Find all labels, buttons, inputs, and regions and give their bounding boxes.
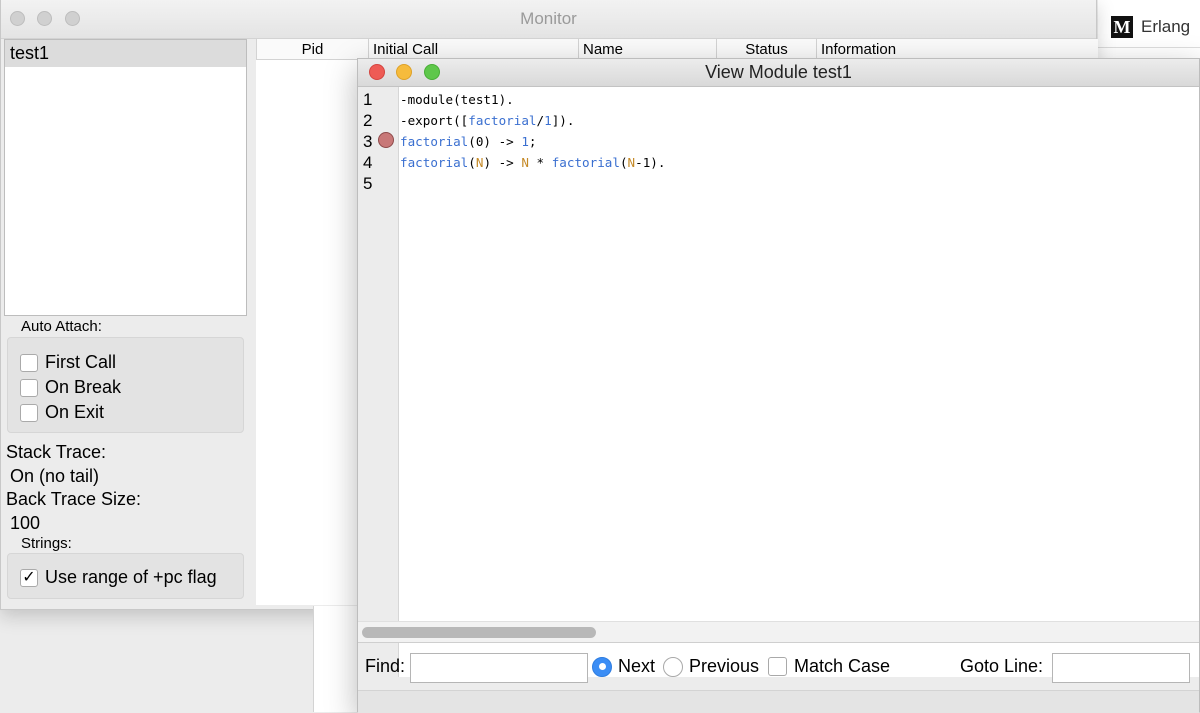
list-item[interactable]: test1: [5, 40, 246, 67]
column-status[interactable]: Status: [716, 39, 816, 60]
code-token: (: [619, 155, 628, 170]
code-token: -1).: [635, 155, 666, 170]
first-call-checkbox[interactable]: [20, 353, 38, 372]
strings-label: Strings:: [21, 535, 72, 552]
on-break-option[interactable]: On Break: [20, 377, 121, 398]
back-trace-size-label: Back Trace Size:: [6, 489, 142, 509]
match-case-label: Match Case: [794, 656, 891, 676]
back-trace-size-value[interactable]: 100: [10, 513, 40, 534]
on-exit-label: On Exit: [45, 402, 105, 422]
horizontal-scrollbar[interactable]: [358, 621, 1199, 642]
code-token: factorial: [551, 155, 620, 170]
column-name[interactable]: Name: [578, 39, 716, 60]
process-table-header: Pid Initial Call Name Status Information: [256, 39, 1098, 60]
goto-line-label: Goto Line:: [960, 656, 1044, 676]
stack-trace-label: Stack Trace:: [6, 442, 107, 462]
code-view[interactable]: -module(test1). -export([factorial/1]). …: [399, 87, 1199, 677]
column-pid[interactable]: Pid: [256, 39, 368, 60]
monitor-titlebar[interactable]: Monitor: [1, 0, 1096, 39]
code-token: N: [521, 155, 529, 170]
find-label: Find:: [365, 656, 406, 676]
view-module-window: View Module test1 1 2 3 4 5 -module(test…: [357, 58, 1200, 713]
code-token: -module(test1).: [400, 92, 514, 107]
line-number[interactable]: 2: [363, 110, 372, 131]
first-call-option[interactable]: First Call: [20, 352, 116, 373]
monitor-title: Monitor: [520, 9, 577, 28]
code-line: factorial(0) -> 1;: [400, 131, 537, 152]
previous-radio[interactable]: [663, 656, 683, 677]
code-token: (0) ->: [468, 134, 522, 149]
divider: [1098, 47, 1200, 48]
code-token: factorial: [400, 134, 469, 149]
use-range-pc-flag-option[interactable]: ✓ Use range of +pc flag: [20, 567, 217, 588]
code-token: factorial: [468, 113, 537, 128]
status-strip: [358, 690, 1199, 713]
monitor-table-lower: [313, 606, 360, 712]
use-range-pc-flag-label: Use range of +pc flag: [45, 567, 217, 587]
process-module-list[interactable]: test1: [4, 39, 247, 316]
previous-option[interactable]: Previous: [663, 656, 759, 677]
next-radio[interactable]: [592, 656, 612, 677]
line-number[interactable]: 1: [363, 89, 372, 110]
line-number[interactable]: 5: [363, 173, 372, 194]
find-input[interactable]: [410, 653, 588, 683]
on-exit-option[interactable]: On Exit: [20, 402, 104, 423]
match-case-option[interactable]: Match Case: [768, 656, 890, 677]
code-token: N: [627, 155, 636, 170]
medium-logo-icon: M: [1111, 16, 1133, 38]
code-token: /: [536, 113, 545, 128]
next-label: Next: [618, 656, 656, 676]
browser-tab[interactable]: M Erlang: [1098, 8, 1190, 46]
code-token: -export([: [400, 113, 469, 128]
previous-label: Previous: [689, 656, 760, 676]
code-line: -export([factorial/1]).: [400, 110, 574, 131]
code-token: ]).: [551, 113, 575, 128]
view-module-title: View Module test1: [705, 62, 852, 82]
column-initial-call[interactable]: Initial Call: [368, 39, 578, 60]
browser-tab-title: Erlang: [1141, 17, 1191, 36]
strings-group: ✓ Use range of +pc flag: [7, 553, 244, 599]
code-token: 1: [521, 134, 529, 149]
code-line: -module(test1).: [400, 89, 514, 110]
line-number[interactable]: 3: [363, 131, 372, 152]
line-number[interactable]: 4: [363, 152, 372, 173]
stack-trace-value[interactable]: On (no tail): [10, 466, 99, 487]
auto-attach-group: First Call On Break On Exit: [7, 337, 244, 433]
line-number-gutter[interactable]: 1 2 3 4 5: [358, 87, 399, 677]
code-token: ;: [528, 134, 537, 149]
match-case-checkbox[interactable]: [768, 657, 787, 676]
use-range-pc-flag-checkbox[interactable]: ✓: [20, 568, 38, 587]
code-token: *: [528, 155, 552, 170]
code-token: 1: [544, 113, 552, 128]
scrollbar-thumb[interactable]: [362, 627, 596, 638]
code-token: ) ->: [483, 155, 522, 170]
code-line: factorial(N) -> N * factorial(N-1).: [400, 152, 665, 173]
on-exit-checkbox[interactable]: [20, 403, 38, 422]
first-call-label: First Call: [45, 352, 116, 372]
on-break-checkbox[interactable]: [20, 378, 38, 397]
goto-line-input[interactable]: [1052, 653, 1190, 683]
divider: [358, 642, 1199, 643]
breakpoint-icon[interactable]: [378, 132, 394, 148]
code-token: (: [468, 155, 476, 170]
next-option[interactable]: Next: [592, 656, 655, 677]
find-bar: Find: Next Previous Match Case Goto Line…: [358, 649, 1199, 689]
column-information[interactable]: Information: [816, 39, 1088, 60]
auto-attach-label: Auto Attach:: [21, 318, 102, 335]
on-break-label: On Break: [45, 377, 122, 397]
view-module-titlebar[interactable]: View Module test1: [358, 59, 1199, 87]
code-token: factorial: [400, 155, 469, 170]
